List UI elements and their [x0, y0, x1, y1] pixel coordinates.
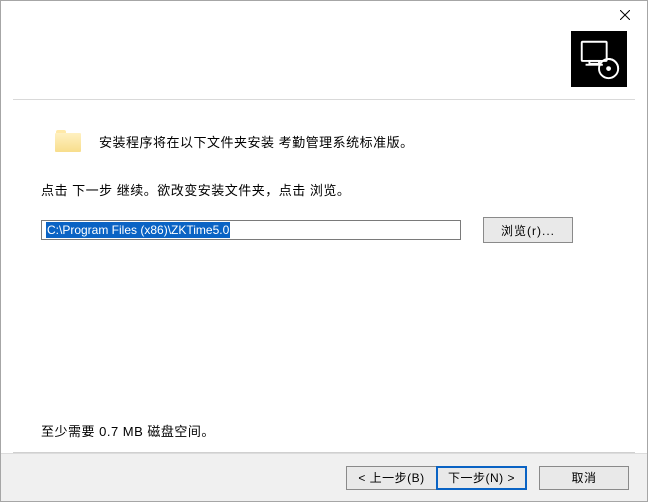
back-button[interactable]: < 上一步(B) [346, 466, 436, 490]
destination-row: C:\Program Files (x86)\ZKTime5.0 浏览(r)..… [41, 217, 617, 243]
disk-space-text: 至少需要 0.7 MB 磁盘空间。 [41, 421, 215, 440]
cancel-button[interactable]: 取消 [539, 466, 629, 490]
installer-window: 安装程序将在以下文件夹安装 考勤管理系统标准版。 点击 下一步 继续。欲改变安装… [0, 0, 648, 502]
folder-icon [55, 130, 81, 152]
footer-area: < 上一步(B) 下一步(N) > 取消 [1, 453, 647, 501]
content-area: 安装程序将在以下文件夹安装 考勤管理系统标准版。 点击 下一步 继续。欲改变安装… [1, 100, 647, 452]
intro-text: 安装程序将在以下文件夹安装 考勤管理系统标准版。 [99, 132, 414, 151]
destination-folder-value: C:\Program Files (x86)\ZKTime5.0 [46, 222, 230, 238]
header-area [1, 31, 647, 89]
next-button[interactable]: 下一步(N) > [436, 466, 527, 490]
close-button[interactable] [602, 1, 647, 29]
instruction-text: 点击 下一步 继续。欲改变安装文件夹，点击 浏览。 [41, 180, 617, 199]
browse-button[interactable]: 浏览(r)... [483, 217, 573, 243]
computer-disc-icon [576, 36, 622, 82]
installer-logo [571, 31, 627, 87]
close-icon [620, 10, 630, 20]
nav-button-group: < 上一步(B) 下一步(N) > [346, 466, 527, 490]
destination-folder-input[interactable]: C:\Program Files (x86)\ZKTime5.0 [41, 220, 461, 240]
titlebar [1, 1, 647, 31]
intro-row: 安装程序将在以下文件夹安装 考勤管理系统标准版。 [55, 130, 617, 152]
